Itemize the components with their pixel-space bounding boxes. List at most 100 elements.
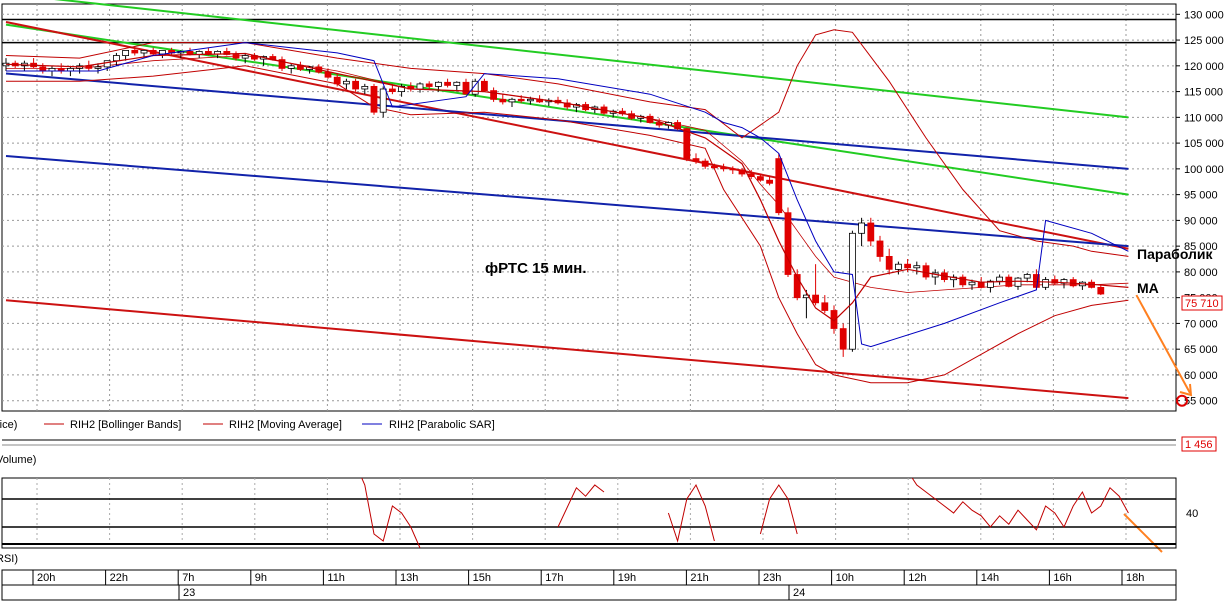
- legend: rice) RIH2 [Bollinger Bands] RIH2 [Movin…: [0, 419, 495, 431]
- candle-body[interactable]: [711, 165, 718, 169]
- candle-body[interactable]: [122, 50, 129, 57]
- candle-body[interactable]: [342, 80, 350, 85]
- rsi-line: [911, 478, 1129, 531]
- candle-body[interactable]: [204, 51, 212, 55]
- rsi-panel-frame: [1, 477, 1177, 549]
- candle-body[interactable]: [39, 66, 47, 72]
- candle-body[interactable]: [103, 60, 111, 68]
- candle-body[interactable]: [361, 86, 369, 90]
- candle-body[interactable]: [747, 173, 755, 177]
- candle-body[interactable]: [453, 81, 461, 86]
- candle-body[interactable]: [388, 88, 396, 92]
- bollinger-middle-line: [6, 55, 1129, 293]
- candle-body[interactable]: [113, 55, 120, 62]
- candle-body[interactable]: [490, 90, 498, 100]
- candle-body[interactable]: [287, 65, 295, 69]
- time-tick-label: 13h: [400, 572, 418, 584]
- candle-body[interactable]: [1023, 274, 1031, 279]
- candle-body[interactable]: [1097, 286, 1105, 295]
- forecast-rsi-arrow: [1123, 513, 1163, 553]
- candle-body[interactable]: [232, 54, 240, 59]
- date-tick-label: 23: [183, 587, 195, 599]
- candle-body[interactable]: [508, 98, 516, 103]
- time-tick-label: 12h: [908, 572, 926, 584]
- time-tick-label: 11h: [327, 572, 345, 584]
- price-tick-label: 115 000: [1184, 87, 1223, 99]
- candle-body[interactable]: [977, 281, 985, 288]
- candle-body[interactable]: [416, 83, 424, 90]
- candle-body[interactable]: [885, 255, 893, 270]
- rsi-line: [667, 483, 715, 543]
- time-tick-label: 18h: [1126, 572, 1144, 584]
- time-tick-label: 7h: [182, 572, 194, 584]
- candle-body[interactable]: [517, 98, 525, 102]
- price-axis: 55 00060 00065 00070 00075 00080 00085 0…: [1176, 9, 1224, 408]
- candle-body[interactable]: [904, 263, 911, 269]
- candle-body[interactable]: [1042, 279, 1049, 288]
- candle-body[interactable]: [738, 169, 746, 175]
- price-tick-label: 70 000: [1184, 318, 1218, 330]
- candle-body[interactable]: [922, 265, 930, 278]
- candle-body[interactable]: [434, 81, 442, 87]
- time-tick-label: 20h: [37, 572, 55, 584]
- candle-body[interactable]: [352, 80, 360, 90]
- price-panel-frame: [1, 3, 1177, 412]
- candle-body[interactable]: [462, 81, 470, 95]
- price-tick-label: 80 000: [1184, 267, 1218, 279]
- candle-body[interactable]: [94, 66, 102, 69]
- candle-body[interactable]: [812, 294, 819, 304]
- candle-body[interactable]: [140, 50, 148, 54]
- volume-panel-label: Volume): [0, 454, 36, 466]
- candle-body[interactable]: [149, 50, 157, 55]
- candle-body[interactable]: [876, 240, 884, 257]
- candle-body[interactable]: [480, 80, 488, 92]
- candle-body[interactable]: [784, 212, 792, 275]
- legend-bollinger: RIH2 [Bollinger Bands]: [70, 419, 181, 431]
- candle-body[interactable]: [858, 222, 865, 234]
- price-tick-label: 90 000: [1184, 215, 1218, 227]
- legend-sar: RIH2 [Parabolic SAR]: [389, 419, 495, 431]
- candle-body[interactable]: [379, 88, 387, 113]
- candle-body[interactable]: [867, 222, 875, 242]
- price-tick-label: 55 000: [1184, 396, 1218, 408]
- time-axis: 20h 22h 7h 9h 11h 13h 15h 17h 19h 21h 23h 10h 12h 14h…: [1, 569, 1177, 601]
- price-tick-label: 110 000: [1184, 112, 1223, 124]
- rsi-panel-label: RSI): [0, 553, 18, 565]
- forecast-arrows: [1123, 294, 1193, 553]
- candles[interactable]: [2, 47, 1105, 357]
- candle-body[interactable]: [996, 276, 1003, 282]
- candle-body[interactable]: [186, 51, 194, 55]
- candle-body[interactable]: [425, 83, 433, 87]
- candle-body[interactable]: [720, 167, 727, 170]
- candle-body[interactable]: [821, 302, 829, 311]
- candle-body[interactable]: [895, 263, 902, 270]
- candle-body[interactable]: [701, 160, 709, 167]
- candle-body[interactable]: [839, 328, 847, 350]
- candle-body[interactable]: [527, 98, 534, 102]
- rsi-tick-label: 40: [1186, 508, 1198, 520]
- candle-body[interactable]: [241, 55, 249, 59]
- candle-body[interactable]: [968, 281, 976, 286]
- candle-body[interactable]: [131, 50, 139, 54]
- trendline-red: [5, 299, 1129, 400]
- candle-body[interactable]: [324, 71, 332, 78]
- candle-body[interactable]: [692, 158, 700, 162]
- time-tick-label: 19h: [618, 572, 636, 584]
- candle-body[interactable]: [683, 128, 691, 159]
- time-tick-label: 23h: [763, 572, 781, 584]
- candle-body[interactable]: [499, 98, 507, 103]
- candle-body[interactable]: [913, 265, 921, 269]
- candle-body[interactable]: [757, 176, 764, 181]
- candle-body[interactable]: [1014, 277, 1022, 287]
- candle-body[interactable]: [444, 81, 452, 86]
- candle-body[interactable]: [766, 179, 773, 184]
- candle-body[interactable]: [775, 158, 783, 214]
- candle-body[interactable]: [333, 76, 341, 85]
- time-tick-label: 16h: [1053, 572, 1071, 584]
- price-tick-label: 120 000: [1184, 61, 1224, 73]
- candle-body[interactable]: [729, 168, 737, 171]
- candle-body[interactable]: [370, 86, 378, 113]
- price-tick-label: 65 000: [1184, 344, 1218, 356]
- price-tick-label: 60 000: [1184, 370, 1218, 382]
- time-tick-label: 10h: [836, 572, 854, 584]
